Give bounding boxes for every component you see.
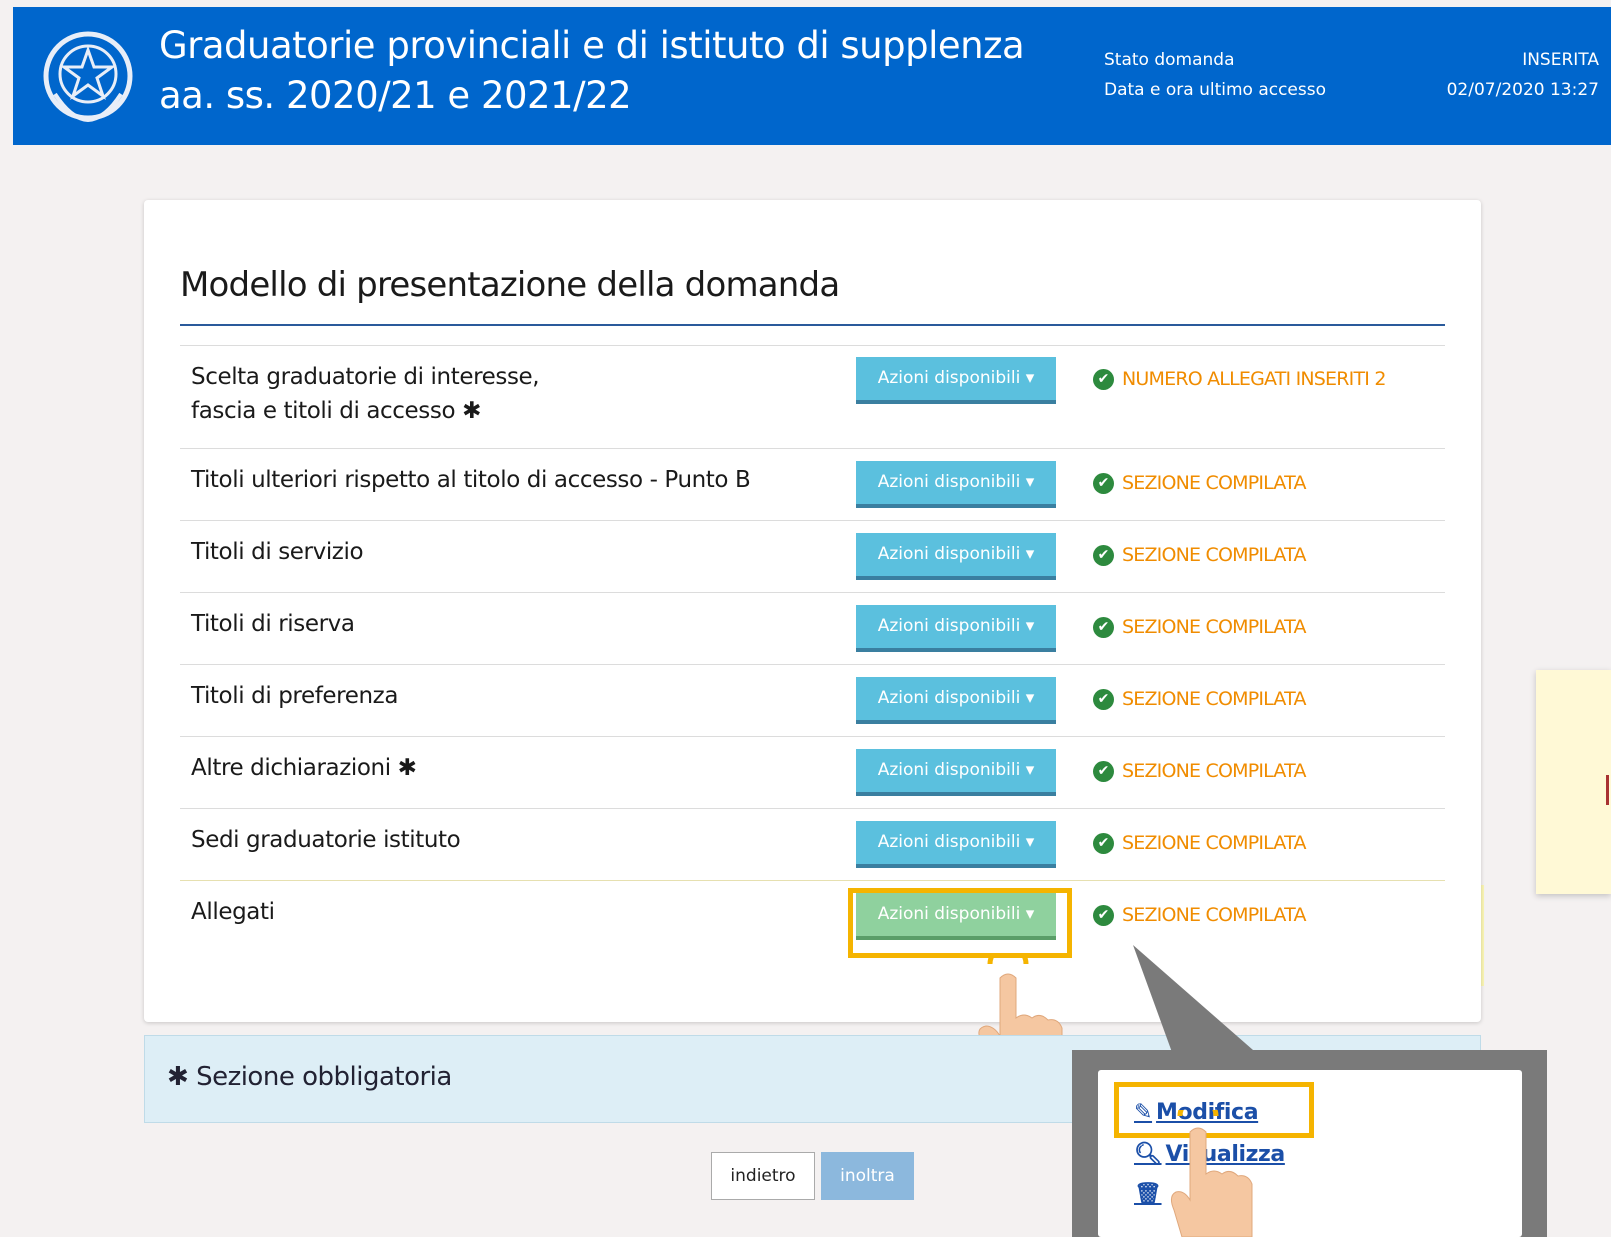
section-label-text: Altre dichiarazioni: [191, 755, 391, 781]
status-value: INSERITA: [1522, 50, 1599, 70]
mandatory-star-icon: ✱: [167, 1062, 189, 1092]
status-text: SEZIONE COMPILATA: [1122, 472, 1306, 494]
section-row: Scelta graduatorie di interesse, fascia …: [180, 345, 1445, 448]
card-title: Modello di presentazione della domanda: [180, 265, 840, 305]
section-label: Allegati: [191, 899, 275, 925]
section-label: Scelta graduatorie di interesse, fascia …: [191, 360, 540, 428]
callout-pointer: [1133, 945, 1253, 1055]
section-row: Allegati Azioni disponibili ▾ ✔ SEZIONE C…: [180, 880, 1445, 952]
title-line-1: Graduatorie provinciali e di istituto di…: [159, 24, 1025, 67]
section-label: Titoli di servizio: [191, 539, 364, 565]
side-note-panel: [1536, 670, 1611, 894]
section-label: Titoli ulteriori rispetto al titolo di a…: [191, 467, 751, 493]
edit-icon: ✎: [1134, 1100, 1153, 1125]
access-label: Data e ora ultimo accesso: [1104, 80, 1327, 100]
section-status: ✔ SEZIONE COMPILATA: [1093, 832, 1306, 854]
section-label: Altre dichiarazioni ✱: [191, 751, 417, 785]
actions-dropdown-button[interactable]: Azioni disponibili ▾: [856, 461, 1056, 508]
check-circle-icon: ✔: [1093, 688, 1114, 710]
status-text: SEZIONE COMPILATA: [1122, 832, 1306, 854]
check-circle-icon: ✔: [1093, 760, 1114, 782]
actions-dropdown-button[interactable]: Azioni disponibili ▾: [856, 533, 1056, 580]
access-value: 02/07/2020 13:27: [1446, 80, 1599, 100]
actions-dropdown-button[interactable]: Azioni disponibili ▾: [856, 749, 1056, 796]
app-header: Graduatorie provinciali e di istituto di…: [13, 7, 1611, 145]
section-row: Titoli ulteriori rispetto al titolo di a…: [180, 448, 1445, 520]
back-button[interactable]: indietro: [711, 1152, 815, 1200]
section-row: Titoli di servizio Azioni disponibili ▾ …: [180, 520, 1445, 592]
section-row: Titoli di preferenza Azioni disponibili …: [180, 664, 1445, 736]
check-circle-icon: ✔: [1093, 472, 1114, 494]
section-row: Sedi graduatorie istituto Azioni disponi…: [180, 808, 1445, 880]
actions-dropdown-button[interactable]: Azioni disponibili ▾: [856, 821, 1056, 868]
section-row: Altre dichiarazioni ✱ Azioni disponibili…: [180, 736, 1445, 808]
republic-emblem-icon: [43, 31, 133, 123]
section-status: ✔ SEZIONE COMPILATA: [1093, 472, 1306, 494]
status-text: SEZIONE COMPILATA: [1122, 760, 1306, 782]
application-form-card: Modello di presentazione della domanda S…: [144, 200, 1481, 1022]
legend-text: ✱ Sezione obbligatoria: [167, 1062, 452, 1092]
actions-dropdown-button[interactable]: Azioni disponibili ▾: [856, 677, 1056, 724]
side-note-accent: [1606, 775, 1609, 805]
status-text: SEZIONE COMPILATA: [1122, 616, 1306, 638]
menu-item-delete[interactable]: 🗑︎: [1134, 1182, 1166, 1207]
pointer-hand-icon: [1170, 1110, 1253, 1237]
section-label-line2: fascia e titoli di accesso: [191, 398, 456, 424]
legend-label: Sezione obbligatoria: [196, 1062, 452, 1092]
status-text: SEZIONE COMPILATA: [1122, 904, 1306, 926]
mandatory-star-icon: ✱: [462, 398, 481, 424]
section-status: ✔ SEZIONE COMPILATA: [1093, 616, 1306, 638]
status-text: SEZIONE COMPILATA: [1122, 688, 1306, 710]
check-circle-icon: ✔: [1093, 368, 1114, 390]
section-label: Titoli di riserva: [191, 611, 355, 637]
actions-dropdown-callout: ✎ Modifica 🔍︎ Visualizza 🗑︎: [1072, 1050, 1547, 1237]
title-line-2: aa. ss. 2020/21 e 2021/22: [159, 74, 632, 117]
title-divider: [180, 324, 1445, 326]
section-label: Sedi graduatorie istituto: [191, 827, 461, 853]
search-icon: 🔍︎: [1134, 1142, 1162, 1167]
status-text: SEZIONE COMPILATA: [1122, 544, 1306, 566]
section-row: Titoli di riserva Azioni disponibili ▾ ✔…: [180, 592, 1445, 664]
actions-dropdown-button[interactable]: Azioni disponibili ▾: [856, 605, 1056, 652]
status-label: Stato domanda: [1104, 50, 1235, 70]
actions-dropdown-button[interactable]: Azioni disponibili ▾: [856, 357, 1056, 404]
section-label-line1: Scelta graduatorie di interesse,: [191, 364, 540, 390]
check-circle-icon: ✔: [1093, 616, 1114, 638]
section-status: ✔ SEZIONE COMPILATA: [1093, 544, 1306, 566]
forward-button[interactable]: inoltra: [821, 1152, 914, 1200]
section-status: ✔ SEZIONE COMPILATA: [1093, 760, 1306, 782]
highlight-box: [848, 888, 1072, 958]
page-title: Graduatorie provinciali e di istituto di…: [159, 21, 1025, 121]
section-status: ✔ SEZIONE COMPILATA: [1093, 688, 1306, 710]
mandatory-star-icon: ✱: [397, 755, 417, 781]
trash-icon: 🗑︎: [1134, 1182, 1162, 1207]
check-circle-icon: ✔: [1093, 904, 1114, 926]
section-status: ✔ NUMERO ALLEGATI INSERITI 2: [1093, 368, 1386, 390]
check-circle-icon: ✔: [1093, 832, 1114, 854]
section-status: ✔ SEZIONE COMPILATA: [1093, 904, 1306, 926]
section-label: Titoli di preferenza: [191, 683, 399, 709]
status-text: NUMERO ALLEGATI INSERITI 2: [1122, 368, 1386, 390]
check-circle-icon: ✔: [1093, 544, 1114, 566]
